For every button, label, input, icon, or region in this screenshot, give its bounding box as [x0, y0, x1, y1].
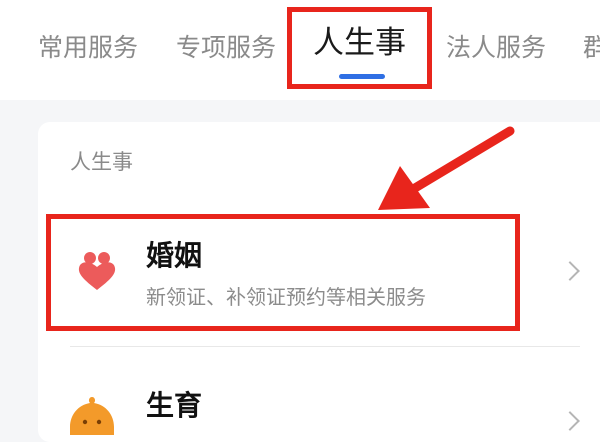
annotation-arrow	[378, 126, 515, 210]
